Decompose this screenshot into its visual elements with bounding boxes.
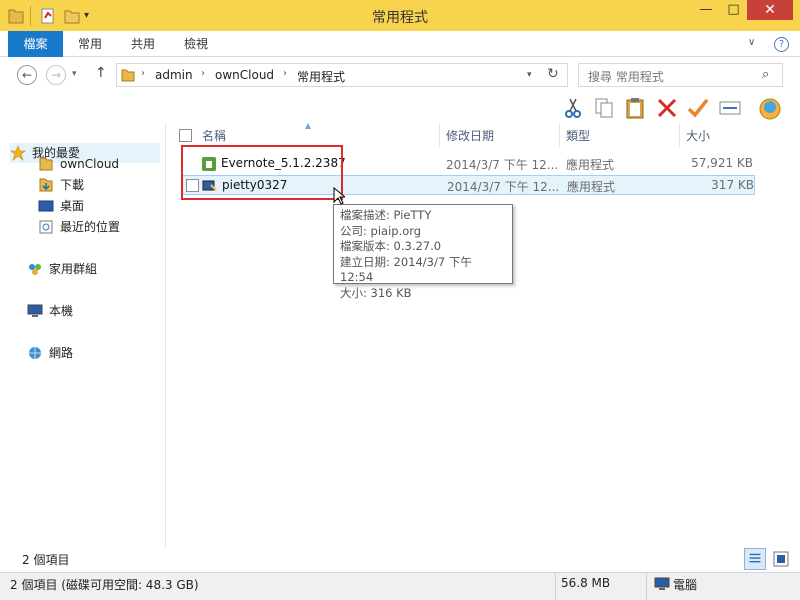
sidebar-item-network[interactable]: 網路 [27, 343, 163, 363]
ribbon-tabs: 檔案 常用 共用 檢視 ∨ ? [0, 31, 800, 57]
column-header-name[interactable]: 名稱 [202, 127, 226, 144]
tab-share[interactable]: 共用 [117, 31, 169, 57]
sidebar-item-this-pc[interactable]: 本機 [27, 301, 163, 321]
sort-ascending-icon: ▲ [305, 121, 312, 130]
command-toolbar [0, 93, 800, 123]
tab-home[interactable]: 常用 [64, 31, 116, 57]
file-date: 2014/3/7 下午 12... [447, 180, 560, 194]
sidebar-item-owncloud[interactable]: ownCloud [38, 154, 163, 174]
computer-icon [27, 304, 43, 317]
sidebar-item-desktop[interactable]: 桌面 [38, 196, 163, 216]
status-location: 電腦 [673, 578, 698, 592]
sidebar-item-label: 本機 [49, 304, 74, 318]
desktop-icon [38, 200, 54, 212]
check-icon[interactable] [686, 96, 710, 120]
highlight-box [181, 145, 343, 200]
file-size: 317 KB [711, 178, 754, 192]
tab-view[interactable]: 檢視 [170, 31, 222, 57]
large-icons-view-icon[interactable] [770, 548, 792, 570]
sidebar-item-label: ownCloud [60, 157, 120, 171]
item-count: 2 個項目 [22, 553, 70, 567]
column-header-type[interactable]: 類型 [566, 127, 590, 144]
status-divider [646, 573, 647, 600]
properties-icon[interactable] [718, 96, 742, 120]
column-divider[interactable] [559, 123, 560, 147]
column-header-row: ▲ 名稱 修改日期 類型 大小 [167, 121, 800, 147]
homegroup-icon [29, 264, 41, 275]
close-button[interactable]: ✕ [747, 0, 793, 20]
recent-places-icon [39, 220, 53, 234]
column-header-size[interactable]: 大小 [686, 127, 710, 144]
sidebar-item-homegroup[interactable]: 家用群組 [27, 259, 163, 279]
recent-locations-icon[interactable]: ▾ [72, 69, 77, 79]
tooltip-company: 公司: piaip.org [340, 223, 422, 238]
breadcrumb-separator[interactable]: › [283, 68, 287, 79]
maximize-button[interactable]: □ [720, 0, 747, 20]
select-all-checkbox[interactable] [179, 129, 192, 142]
column-divider[interactable] [679, 123, 680, 147]
status-selected-size: 56.8 MB [561, 576, 611, 590]
up-button[interactable]: ↑ [95, 65, 107, 81]
status-divider [555, 573, 556, 600]
folder-icon [39, 157, 53, 171]
tooltip-created: 建立日期: 2014/3/7 下午 12:54 [340, 254, 472, 285]
search-icon[interactable]: ⌕ [762, 67, 769, 82]
minimize-button[interactable]: — [692, 0, 720, 20]
refresh-icon[interactable]: ↻ [547, 66, 559, 82]
tooltip-size: 大小: 316 KB [340, 285, 412, 300]
paste-icon[interactable] [623, 96, 647, 120]
file-info-tooltip: 檔案描述: PieTTY 公司: piaip.org 檔案版本: 0.3.27.… [333, 204, 513, 300]
breadcrumb-current[interactable]: 常用程式 [297, 68, 345, 85]
status-bar: 2 個項目 (磁碟可用空間: 48.3 GB) 56.8 MB 電腦 [0, 572, 800, 600]
column-header-date[interactable]: 修改日期 [446, 127, 494, 144]
navigation-pane: 我的最愛 ownCloud 下載 桌面 最近的位置 家用群組 本機 網路 [0, 123, 166, 548]
sidebar-item-label: 家用群組 [49, 262, 98, 276]
copy-icon[interactable] [592, 96, 616, 120]
sidebar-item-downloads[interactable]: 下載 [38, 175, 163, 195]
star-icon [10, 145, 26, 161]
breadcrumb-separator[interactable]: › [141, 68, 145, 79]
address-row: ← → ▾ ↑ › admin › ownCloud › 常用程式 ▾ ↻ 搜尋… [0, 57, 800, 93]
sidebar-item-label: 下載 [60, 178, 85, 192]
window-title: 常用程式 [372, 10, 428, 26]
file-date: 2014/3/7 下午 12... [446, 158, 559, 172]
sidebar-item-recent-places[interactable]: 最近的位置 [38, 217, 163, 237]
title-bar: ▾ 常用程式 — □ ✕ [0, 0, 800, 31]
address-dropdown-icon[interactable]: ▾ [527, 70, 532, 80]
status-item-count: 2 個項目 (磁碟可用空間: 48.3 GB) [10, 578, 199, 592]
folder-icon [121, 69, 135, 82]
breadcrumb-owncloud[interactable]: ownCloud [215, 68, 274, 82]
file-type: 應用程式 [566, 158, 615, 172]
help-icon[interactable]: ? [774, 37, 789, 52]
forward-button[interactable]: → [46, 65, 66, 85]
tooltip-version: 檔案版本: 0.3.27.0 [340, 239, 442, 253]
tooltip-description: 檔案描述: PieTTY [340, 208, 432, 222]
search-input[interactable]: 搜尋 常用程式 [588, 68, 664, 85]
sidebar-item-label: 網路 [49, 346, 74, 360]
back-button[interactable]: ← [17, 65, 37, 85]
breadcrumb-admin[interactable]: admin [155, 68, 193, 82]
network-icon [29, 347, 41, 359]
details-view-icon[interactable] [744, 548, 766, 570]
computer-icon [654, 577, 670, 590]
address-bar[interactable]: › admin › ownCloud › 常用程式 ▾ ↻ [116, 63, 568, 87]
delete-icon[interactable] [655, 96, 679, 120]
file-size: 57,921 KB [691, 156, 753, 170]
expand-ribbon-icon[interactable]: ∨ [748, 37, 755, 48]
mouse-cursor-icon [333, 187, 345, 205]
search-box[interactable]: 搜尋 常用程式 ⌕ [578, 63, 783, 87]
cut-icon[interactable] [561, 96, 585, 120]
shell-app-icon[interactable] [758, 96, 782, 120]
column-divider[interactable] [439, 123, 440, 147]
sidebar-item-label: 最近的位置 [60, 220, 121, 234]
breadcrumb-separator[interactable]: › [201, 68, 205, 79]
sidebar-item-label: 桌面 [60, 199, 85, 213]
file-type: 應用程式 [567, 180, 616, 194]
downloads-icon [39, 178, 53, 192]
tab-file[interactable]: 檔案 [8, 31, 63, 57]
